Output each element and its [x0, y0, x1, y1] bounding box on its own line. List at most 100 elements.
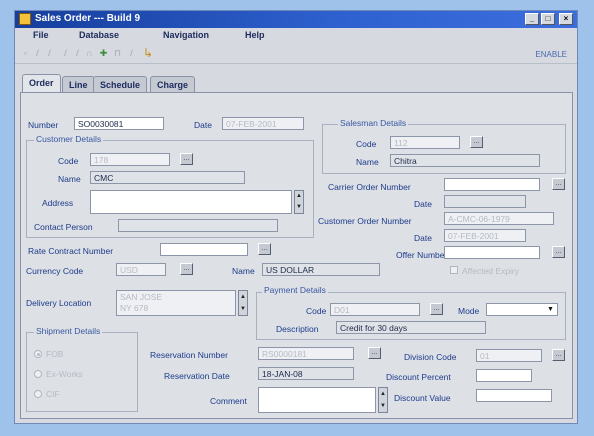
- salesman-details-label: Salesman Details: [338, 118, 409, 128]
- customer-order-date-label: Date: [414, 233, 432, 243]
- contact-person-label: Contact Person: [34, 222, 93, 232]
- reservation-number-field[interactable]: RS0000181: [258, 347, 354, 360]
- reservation-date-field[interactable]: 18-JAN-08: [258, 367, 354, 380]
- salesman-code-lov-button[interactable]: …: [470, 136, 483, 148]
- affected-expiry-checkbox[interactable]: [450, 266, 458, 274]
- customer-details-label: Customer Details: [34, 134, 104, 144]
- offer-number-label: Offer Number: [396, 250, 448, 260]
- payment-description-label: Description: [276, 324, 319, 334]
- menu-bar: File Database Navigation Help: [15, 28, 577, 43]
- maximize-button[interactable]: □: [541, 13, 555, 25]
- delivery-location-field[interactable]: SAN JOSE NY 678: [116, 290, 236, 316]
- rate-contract-label: Rate Contract Number: [28, 246, 114, 256]
- currency-name-field[interactable]: US DOLLAR: [262, 263, 380, 276]
- comment-label: Comment: [210, 396, 247, 406]
- division-code-label: Division Code: [404, 352, 457, 362]
- discount-value-field[interactable]: [476, 389, 552, 402]
- first-record-icon[interactable]: /: [45, 48, 54, 59]
- desktop: { "window": { "title": "Sales Order --- …: [0, 0, 594, 436]
- menu-help[interactable]: Help: [245, 30, 265, 40]
- rate-contract-lov-button[interactable]: …: [258, 243, 271, 255]
- address-field[interactable]: [90, 190, 292, 214]
- window-title: Sales Order --- Build 9: [35, 13, 141, 24]
- tab-charge[interactable]: Charge: [150, 76, 196, 92]
- customer-code-lov-button[interactable]: …: [180, 153, 193, 165]
- menu-navigation[interactable]: Navigation: [163, 30, 209, 40]
- carrier-date-label: Date: [414, 199, 432, 209]
- number-label: Number: [28, 120, 59, 130]
- offer-number-lov-button[interactable]: …: [552, 246, 565, 258]
- shipment-fob-label: FOB: [46, 349, 64, 359]
- payment-description-field[interactable]: Credit for 30 days: [336, 321, 486, 334]
- comment-field[interactable]: [258, 387, 376, 413]
- currency-code-field[interactable]: USD: [116, 263, 166, 276]
- currency-code-label: Currency Code: [26, 266, 84, 276]
- carrier-order-number-field[interactable]: [444, 178, 540, 191]
- salesman-name-label: Name: [356, 157, 379, 167]
- reservation-number-lov-button[interactable]: …: [368, 347, 381, 359]
- carrier-order-lov-button[interactable]: …: [552, 178, 565, 190]
- delivery-location-line2: NY 678: [120, 303, 149, 313]
- customer-order-date-field[interactable]: 07-FEB-2001: [444, 229, 526, 242]
- order-date-field[interactable]: 07-FEB-2001: [222, 117, 304, 130]
- delivery-location-scroll[interactable]: ▲ ▼: [238, 290, 248, 316]
- payment-details-label: Payment Details: [262, 285, 328, 295]
- payment-code-field[interactable]: D01: [330, 303, 420, 316]
- customer-name-field[interactable]: CMC: [90, 171, 245, 184]
- address-scroll[interactable]: ▲ ▼: [294, 190, 304, 214]
- order-date-label: Date: [194, 120, 212, 130]
- payment-mode-select[interactable]: ▼: [486, 303, 558, 316]
- number-field[interactable]: SO0030081: [74, 117, 164, 130]
- customer-order-number-label: Customer Order Number: [318, 216, 412, 226]
- comment-scroll[interactable]: ▲ ▼: [378, 387, 388, 413]
- last-record-icon[interactable]: ∩: [85, 48, 94, 59]
- exit-icon[interactable]: ↳: [141, 47, 155, 59]
- division-code-lov-button[interactable]: …: [552, 349, 565, 361]
- tab-order[interactable]: Order: [22, 74, 61, 92]
- payment-code-lov-button[interactable]: …: [430, 303, 443, 315]
- previous-record-icon[interactable]: /: [61, 48, 70, 59]
- payment-mode-label: Mode: [458, 306, 480, 316]
- shipment-exworks-radio[interactable]: [34, 370, 42, 378]
- title-bar[interactable]: Sales Order --- Build 9 _ □ ×: [15, 11, 577, 28]
- tab-schedule[interactable]: Schedule: [93, 76, 148, 92]
- carrier-order-number-label: Carrier Order Number: [328, 182, 411, 192]
- insert-record-icon[interactable]: ✚: [99, 48, 108, 59]
- contact-person-field[interactable]: [118, 219, 278, 232]
- discount-percent-field[interactable]: [476, 369, 532, 382]
- shipment-exworks-label: Ex-Works: [46, 369, 83, 379]
- salesman-code-field[interactable]: 112: [390, 136, 460, 149]
- carrier-date-field[interactable]: [444, 195, 526, 208]
- minimize-button[interactable]: _: [525, 13, 539, 25]
- reservation-number-label: Reservation Number: [150, 350, 228, 360]
- shipment-fob-radio[interactable]: [34, 350, 42, 358]
- customer-order-number-field[interactable]: A-CMC-06-1979: [444, 212, 554, 225]
- payment-code-label: Code: [306, 306, 327, 316]
- offer-number-field[interactable]: [444, 246, 540, 259]
- app-icon: [19, 13, 31, 25]
- query-icon[interactable]: /: [127, 48, 136, 59]
- salesman-code-label: Code: [356, 139, 377, 149]
- address-label: Address: [42, 198, 74, 208]
- customer-name-label: Name: [58, 174, 81, 184]
- delivery-location-line1: SAN JOSE: [120, 292, 163, 302]
- salesman-name-field[interactable]: Chitra: [390, 154, 540, 167]
- next-record-icon[interactable]: /: [73, 48, 82, 59]
- affected-expiry-label: Affected Expiry: [462, 266, 520, 276]
- currency-code-lov-button[interactable]: …: [180, 263, 193, 275]
- rate-contract-field[interactable]: [160, 243, 248, 256]
- customer-code-label: Code: [58, 156, 79, 166]
- delivery-location-label: Delivery Location: [26, 298, 92, 308]
- close-button[interactable]: ×: [559, 13, 573, 25]
- clear-icon[interactable]: /: [33, 48, 42, 59]
- currency-name-label: Name: [232, 266, 255, 276]
- division-code-field[interactable]: 01: [476, 349, 542, 362]
- menu-file[interactable]: File: [33, 30, 49, 40]
- save-icon[interactable]: ▫: [21, 48, 30, 59]
- customer-code-field[interactable]: 178: [90, 153, 170, 166]
- menu-database[interactable]: Database: [79, 30, 119, 40]
- tab-line[interactable]: Line: [62, 76, 95, 92]
- shipment-cif-radio[interactable]: [34, 390, 42, 398]
- discount-value-label: Discount Value: [394, 393, 451, 403]
- delete-record-icon[interactable]: ⊓: [113, 48, 122, 59]
